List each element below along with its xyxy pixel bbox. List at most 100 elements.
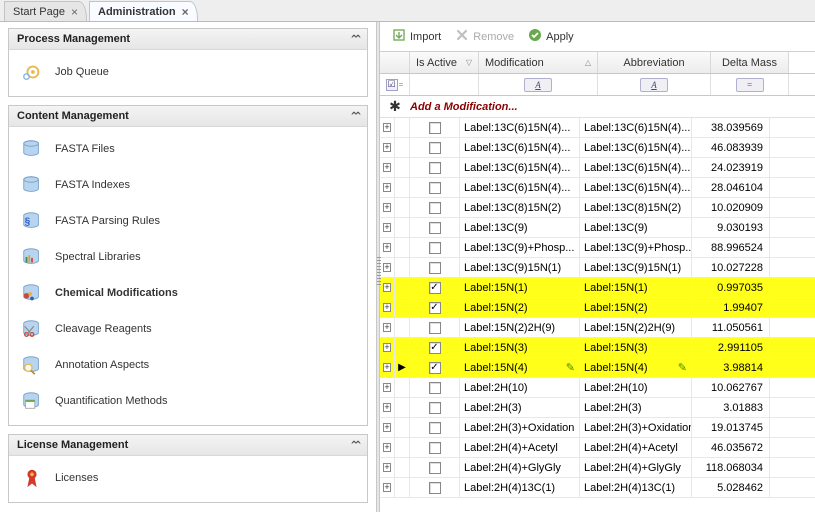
abbreviation-cell[interactable]: Label:13C(9)+Phosp... — [580, 238, 692, 257]
abbreviation-cell[interactable]: Label:13C(6)15N(4)... — [580, 138, 692, 157]
modification-cell[interactable]: Label:2H(10) — [460, 378, 580, 397]
table-row[interactable]: +Label:15N(2)2H(9)Label:15N(2)2H(9)11.05… — [380, 318, 815, 338]
abbreviation-cell[interactable]: Label:2H(3)+Oxidation — [580, 418, 692, 437]
table-row[interactable]: + Label:13C(6)15N(4)...Label:13C(6)15N(4)… — [380, 138, 815, 158]
is-active-cell[interactable]: ✓ — [410, 338, 460, 357]
expand-cell[interactable]: + — [380, 298, 395, 317]
sidebar-item-chemical-modifications[interactable]: Chemical Modifications — [9, 275, 367, 311]
section-header[interactable]: Process Management ^^ — [9, 29, 367, 50]
modification-cell[interactable]: Label:2H(3)+Oxidation — [460, 418, 580, 437]
sidebar-item-spectral-libraries[interactable]: Spectral Libraries — [9, 239, 367, 275]
table-row[interactable]: +Label:2H(4)+AcetylLabel:2H(4)+Acetyl46.… — [380, 438, 815, 458]
is-active-cell[interactable] — [410, 318, 460, 337]
close-icon[interactable]: × — [182, 6, 189, 18]
table-row[interactable]: +▶✓Label:15N(4)✎Label:15N(4)✎3.98814 — [380, 358, 815, 378]
modification-cell[interactable]: Label:2H(4)13C(1) — [460, 478, 580, 497]
abbreviation-cell[interactable]: Label:13C(9)15N(1) — [580, 258, 692, 277]
column-abbreviation[interactable]: Abbreviation — [598, 52, 711, 73]
abbreviation-cell[interactable]: Label:2H(4)13C(1) — [580, 478, 692, 497]
expand-cell[interactable]: + — [380, 258, 395, 277]
splitter[interactable] — [376, 22, 380, 512]
modification-cell[interactable]: Label:13C(6)15N(4)... — [460, 178, 580, 197]
sidebar-item-cleavage-reagents[interactable]: Cleavage Reagents — [9, 311, 367, 347]
table-row[interactable]: +Label:2H(3)Label:2H(3)3.01883 — [380, 398, 815, 418]
modification-cell[interactable]: Label:13C(6)15N(4)... — [460, 138, 580, 157]
column-delta-mass[interactable]: Delta Mass — [711, 52, 789, 73]
modification-cell[interactable]: Label:13C(6)15N(4)... — [460, 118, 580, 137]
abbreviation-cell[interactable]: Label:15N(2) — [580, 298, 692, 317]
expand-cell[interactable]: + — [380, 378, 395, 397]
table-row[interactable]: +Label:2H(10)Label:2H(10)10.062767 — [380, 378, 815, 398]
table-row[interactable]: +✓Label:15N(3)Label:15N(3)2.991105 — [380, 338, 815, 358]
expand-cell[interactable]: + — [380, 398, 395, 417]
expand-cell[interactable]: + — [380, 178, 395, 197]
is-active-cell[interactable] — [410, 158, 460, 177]
abbreviation-cell[interactable]: Label:15N(3) — [580, 338, 692, 357]
sidebar-item-licenses[interactable]: Licenses — [9, 460, 367, 496]
table-row[interactable]: +✓Label:15N(1)Label:15N(1)0.997035 — [380, 278, 815, 298]
is-active-cell[interactable] — [410, 198, 460, 217]
abbreviation-cell[interactable]: Label:2H(4)+Acetyl — [580, 438, 692, 457]
modification-cell[interactable]: Label:13C(9)+Phosp... — [460, 238, 580, 257]
sidebar-item-quantification-methods[interactable]: Quantification Methods — [9, 383, 367, 419]
filter-modification[interactable]: A — [479, 74, 598, 95]
abbreviation-cell[interactable]: Label:15N(4)✎ — [580, 358, 692, 377]
expand-cell[interactable]: + — [380, 478, 395, 497]
filter-abbreviation[interactable]: A — [598, 74, 711, 95]
sidebar-item-fasta-indexes[interactable]: FASTA Indexes — [9, 167, 367, 203]
filter-is-active[interactable] — [410, 74, 479, 95]
table-row[interactable]: + Label:13C(9)+Phosp...Label:13C(9)+Phosp… — [380, 238, 815, 258]
expand-cell[interactable]: + — [380, 118, 395, 137]
abbreviation-cell[interactable]: Label:15N(2)2H(9) — [580, 318, 692, 337]
modification-cell[interactable]: Label:13C(9)15N(1) — [460, 258, 580, 277]
sidebar-item-annotation-aspects[interactable]: Annotation Aspects — [9, 347, 367, 383]
expand-cell[interactable]: + — [380, 238, 395, 257]
expand-cell[interactable]: + — [380, 278, 395, 297]
column-modification[interactable]: Modification △ — [479, 52, 598, 73]
is-active-cell[interactable]: ✓ — [410, 278, 460, 297]
expand-cell[interactable]: + — [380, 438, 395, 457]
abbreviation-cell[interactable]: Label:13C(6)15N(4)... — [580, 178, 692, 197]
sidebar-item-job-queue[interactable]: Job Queue — [9, 54, 367, 90]
is-active-cell[interactable] — [410, 438, 460, 457]
is-active-cell[interactable] — [410, 118, 460, 137]
table-row[interactable]: +Label:13C(6)15N(4)...Label:13C(6)15N(4)… — [380, 158, 815, 178]
abbreviation-cell[interactable]: Label:13C(8)15N(2) — [580, 198, 692, 217]
modification-cell[interactable]: Label:13C(9) — [460, 218, 580, 237]
expand-cell[interactable]: + — [380, 218, 395, 237]
is-active-cell[interactable] — [410, 178, 460, 197]
filter-delta-mass[interactable]: = — [711, 74, 789, 95]
is-active-cell[interactable] — [410, 378, 460, 397]
modification-cell[interactable]: Label:2H(4)+GlyGly — [460, 458, 580, 477]
table-row[interactable]: + Label:13C(6)15N(4)...Label:13C(6)15N(4)… — [380, 118, 815, 138]
modification-cell[interactable]: Label:15N(2)2H(9) — [460, 318, 580, 337]
modification-cell[interactable]: Label:13C(6)15N(4)... — [460, 158, 580, 177]
add-modification-row[interactable]: ✱ Add a Modification... — [380, 96, 815, 118]
sidebar-item-fasta-files[interactable]: FASTA Files — [9, 131, 367, 167]
table-row[interactable]: +Label:13C(9)Label:13C(9)9.030193 — [380, 218, 815, 238]
table-row[interactable]: +Label:13C(8)15N(2)Label:13C(8)15N(2)10.… — [380, 198, 815, 218]
expand-cell[interactable]: + — [380, 418, 395, 437]
column-is-active[interactable]: Is Active ▽ — [410, 52, 479, 73]
is-active-cell[interactable] — [410, 478, 460, 497]
is-active-cell[interactable] — [410, 218, 460, 237]
modification-cell[interactable]: Label:15N(3) — [460, 338, 580, 357]
section-header[interactable]: Content Management ^^ — [9, 106, 367, 127]
filter-indicator[interactable]: ☑ = — [380, 74, 410, 95]
abbreviation-cell[interactable]: Label:2H(10) — [580, 378, 692, 397]
expand-cell[interactable]: + — [380, 198, 395, 217]
abbreviation-cell[interactable]: Label:13C(9) — [580, 218, 692, 237]
tab-administration[interactable]: Administration × — [89, 1, 198, 21]
tab-start-page[interactable]: Start Page × — [4, 1, 87, 21]
is-active-cell[interactable] — [410, 458, 460, 477]
apply-button[interactable]: Apply — [524, 26, 578, 47]
is-active-cell[interactable] — [410, 258, 460, 277]
is-active-cell[interactable] — [410, 138, 460, 157]
abbreviation-cell[interactable]: Label:13C(6)15N(4)... — [580, 118, 692, 137]
table-row[interactable]: +Label:2H(4)+GlyGlyLabel:2H(4)+GlyGly118… — [380, 458, 815, 478]
table-row[interactable]: + Label:2H(3)+OxidationLabel:2H(3)+Oxidat… — [380, 418, 815, 438]
expand-cell[interactable]: + — [380, 138, 395, 157]
modification-cell[interactable]: Label:13C(8)15N(2) — [460, 198, 580, 217]
is-active-cell[interactable]: ✓ — [410, 298, 460, 317]
table-row[interactable]: + Label:13C(6)15N(4)...Label:13C(6)15N(4)… — [380, 178, 815, 198]
